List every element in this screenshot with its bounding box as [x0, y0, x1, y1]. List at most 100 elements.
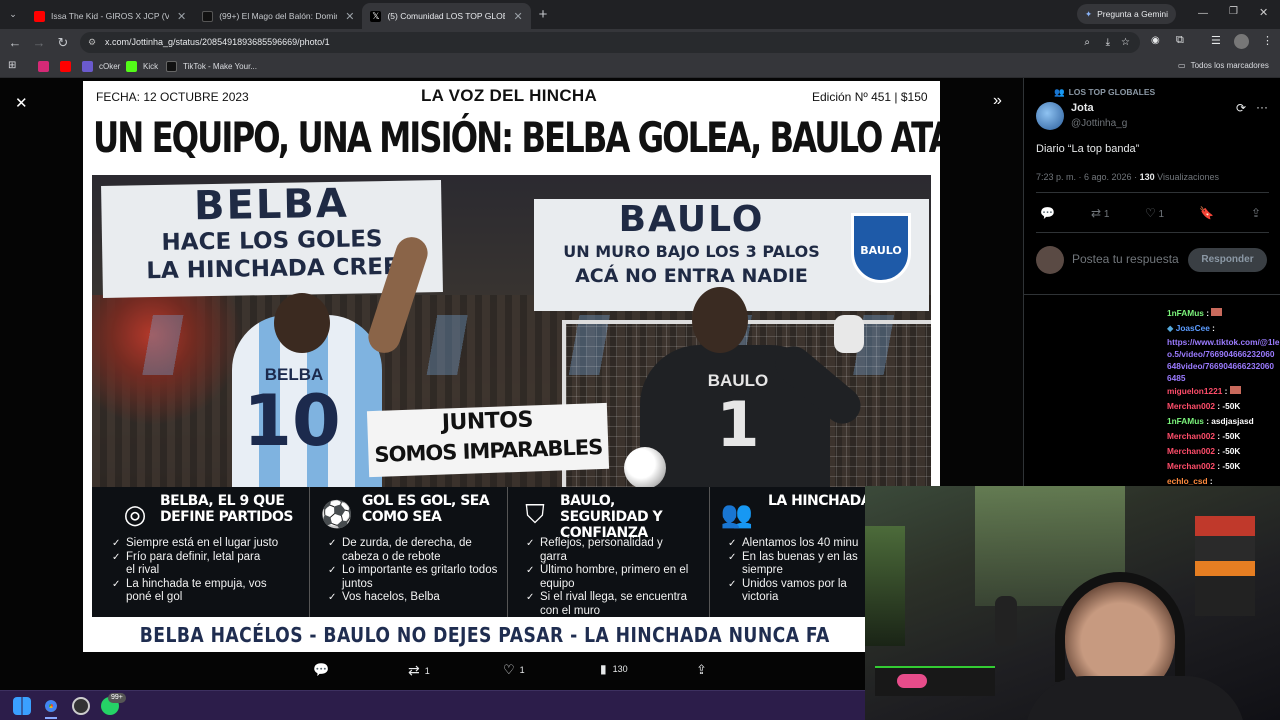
chat-line: 6485: [1167, 373, 1186, 383]
heart-icon: ♡: [1145, 206, 1156, 220]
column-baulo: ⛉ BAULO, SEGURIDAD Y CONFIANZA Reflejos,…: [508, 487, 710, 617]
tab-1[interactable]: Issa The Kid - GIROS X JCP (Vid ✕: [26, 3, 194, 29]
all-bookmarks[interactable]: ▭ Todos los marcadores: [1178, 61, 1269, 70]
share-icon[interactable]: ⇪: [1251, 206, 1261, 220]
reply-button[interactable]: Responder: [1188, 248, 1267, 272]
close-window-button[interactable]: ✕: [1259, 6, 1268, 19]
chrome-icon[interactable]: [42, 697, 60, 715]
share-icon: ⇪: [696, 662, 707, 677]
list-item: Reflejos, personalidad y garra: [526, 537, 686, 564]
repost-action[interactable]: ⇄ 1: [408, 662, 430, 679]
chat-line: miguelon1221 :: [1167, 384, 1280, 399]
obs-icon[interactable]: [72, 697, 90, 715]
youtube-icon: [34, 10, 45, 22]
bookmark-icon[interactable]: 🔖: [1199, 206, 1214, 220]
gemini-label: Pregunta a Gemini: [1097, 9, 1168, 19]
active-app-indicator: [45, 717, 57, 719]
tab-title: (5) Comunidad LOS TOP GLOBAL: [387, 11, 505, 21]
extension-icon[interactable]: ◉: [1151, 35, 1160, 46]
gemini-icon: ✦: [1085, 8, 1093, 19]
close-tab-icon[interactable]: ✕: [345, 10, 354, 23]
tab-search-icon[interactable]: ⌄: [0, 9, 26, 20]
more-options-icon[interactable]: ···: [1256, 100, 1268, 114]
media-icon[interactable]: ☰: [1211, 34, 1221, 47]
tweet-meta: 7:23 p. m. · 6 ago. 2026 · 130 Visualiza…: [1036, 172, 1219, 182]
address-bar[interactable]: ⚙ x.com/Jottinha_g/status/20854918936855…: [80, 32, 1140, 53]
microphone: [995, 596, 1017, 646]
extensions-puzzle-icon[interactable]: ⧉: [1176, 34, 1184, 47]
list-item: En las buenas y en las siempre: [728, 551, 878, 578]
grok-icon[interactable]: ⟳: [1236, 101, 1246, 115]
author-handle[interactable]: @Jottinha_g: [1071, 118, 1127, 129]
reload-button[interactable]: ↻: [51, 35, 75, 51]
community-label[interactable]: 👥 LOS TOP GLOBALES: [1054, 87, 1155, 98]
tab-2[interactable]: (99+) El Mago del Balón: Domin ✕: [194, 3, 362, 29]
bookmark-star-icon[interactable]: ☆: [1121, 32, 1130, 53]
new-tab-button[interactable]: +: [539, 6, 548, 23]
profile-avatar[interactable]: [1234, 34, 1249, 49]
divider: [1036, 192, 1269, 193]
browser-menu-icon[interactable]: ⋮: [1262, 34, 1273, 47]
repost-button[interactable]: ⇄ 1: [1091, 206, 1109, 220]
list-item: Último hombre, primero en el equipo: [526, 564, 696, 591]
like-action[interactable]: ♡ 1: [503, 662, 525, 678]
gemini-button[interactable]: ✦ Pregunta a Gemini: [1077, 4, 1176, 24]
maximize-button[interactable]: ❐: [1229, 6, 1238, 17]
youtube-bookmark-icon[interactable]: [60, 61, 71, 72]
chat-line: 648video/766904666232060: [1167, 361, 1275, 371]
column-belba: ◎ BELBA, EL 9 QUE DEFINE PARTIDOS Siempr…: [92, 487, 310, 617]
share-action[interactable]: ⇪: [696, 662, 707, 678]
views-action[interactable]: ▮ 130: [600, 662, 628, 676]
install-icon[interactable]: ⤓: [1106, 32, 1110, 53]
zoom-icon[interactable]: ⌕: [1084, 32, 1090, 53]
apps-grid-icon[interactable]: ⊞: [8, 60, 16, 71]
soccer-ball: [624, 447, 666, 487]
notification-badge: 99+: [108, 693, 126, 703]
expand-sidebar-icon[interactable]: »: [993, 92, 1002, 110]
like-button[interactable]: ♡ 1: [1145, 206, 1164, 220]
list-item: Lo importante es gritarlo todos juntos: [328, 564, 498, 591]
club-badge: BAULO: [851, 213, 911, 283]
close-tab-icon[interactable]: ✕: [513, 10, 522, 23]
emote-icon: [1229, 386, 1241, 394]
forward-button[interactable]: →: [27, 35, 51, 50]
mouse: [897, 674, 927, 688]
cover-photo: BELBA HACE LOS GOLES LA HINCHADA CREE BA…: [92, 175, 931, 487]
chat-line: https://www.tiktok.com/@1le: [1167, 337, 1280, 347]
reply-input[interactable]: Postea tu respuesta: [1072, 250, 1182, 286]
bookmark-kick[interactable]: Kick: [126, 61, 158, 72]
author-name[interactable]: Jota: [1071, 102, 1094, 114]
juntos-tag: JUNTOS SOMOS IMPARABLES: [366, 402, 610, 478]
close-tab-icon[interactable]: ✕: [177, 10, 186, 23]
goalkeeper-glove: [834, 315, 864, 353]
reply-icon[interactable]: 💬: [1040, 206, 1055, 220]
keyboard: [875, 666, 995, 696]
chat-line: Merchan002 : -50K: [1167, 461, 1241, 471]
tab-title: (99+) El Mago del Balón: Domin: [219, 11, 338, 21]
back-button[interactable]: ←: [3, 35, 27, 50]
windows-start-icon[interactable]: [13, 697, 31, 715]
community-icon: 👥: [1054, 87, 1065, 97]
list-item: Vos hacelos, Belba: [328, 591, 498, 605]
instagram-bookmark-icon[interactable]: [38, 61, 49, 72]
list-item: Si el rival llega, se encuentra con el m…: [526, 591, 706, 618]
bookmark-coker[interactable]: cOker: [82, 61, 120, 72]
newspaper-name: LA VOZ DEL HINCHA: [421, 86, 598, 105]
bookmark-tiktok[interactable]: TikTok - Make Your...: [166, 61, 257, 72]
tab-3-active[interactable]: 𝕏 (5) Comunidad LOS TOP GLOBAL ✕: [362, 3, 531, 29]
belba-head: [274, 293, 330, 353]
newspaper-image: FECHA: 12 OCTUBRE 2023 LA VOZ DEL HINCHA…: [83, 81, 940, 652]
close-viewer-icon[interactable]: ✕: [15, 94, 28, 112]
author-avatar[interactable]: [1036, 102, 1064, 130]
chat-line: echlo_csd :: [1167, 476, 1213, 486]
tiktok-icon: [202, 10, 214, 22]
list-item: Siempre está en el lugar justo: [112, 537, 278, 551]
headline: UN EQUIPO, UNA MISIÓN: BELBA GOLEA, BAUL…: [93, 113, 940, 162]
x-logo-icon: 𝕏: [370, 10, 382, 22]
reply-action[interactable]: 💬: [313, 662, 329, 678]
minimize-button[interactable]: —: [1198, 8, 1208, 19]
site-info-icon[interactable]: ⚙: [88, 32, 96, 53]
tab-title: Issa The Kid - GIROS X JCP (Vid: [51, 11, 169, 21]
emote-icon: [1211, 308, 1223, 316]
belba-shirt-number: 10: [243, 380, 341, 462]
